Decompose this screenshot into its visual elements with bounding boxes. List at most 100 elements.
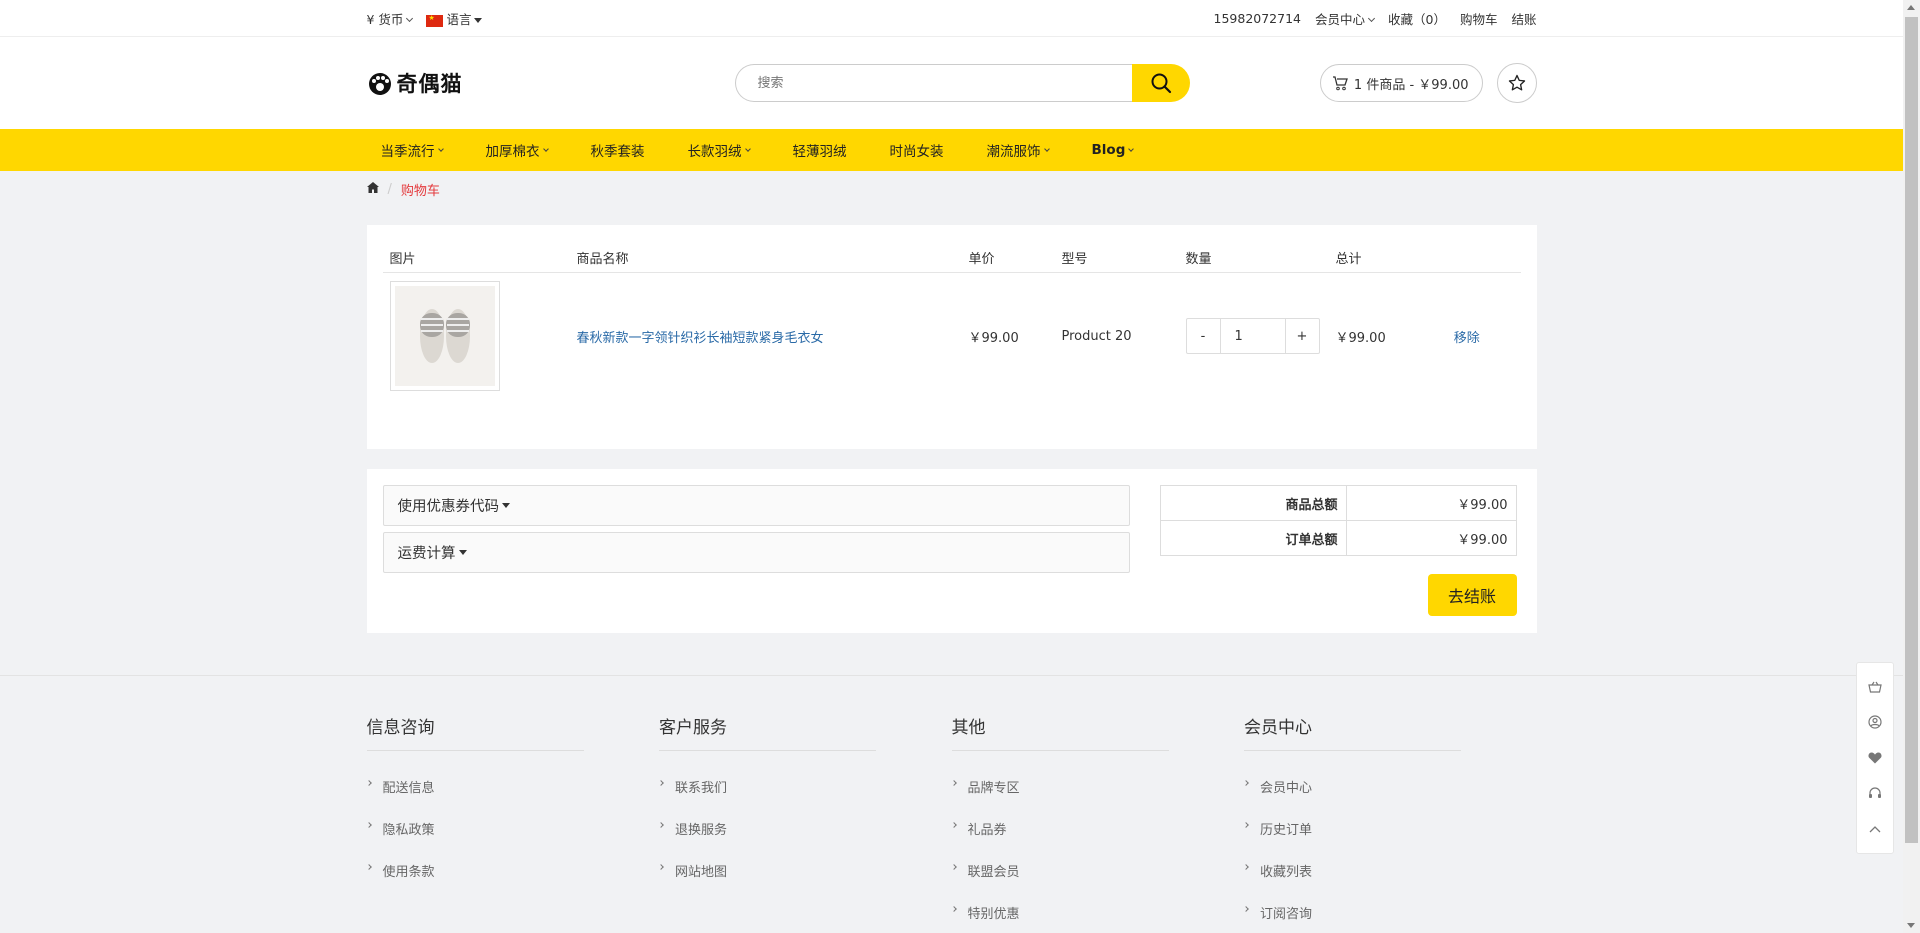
language-selector[interactable]: 语言 [426, 9, 483, 28]
cart-options: 使用优惠券代码 运费计算 [382, 485, 1130, 617]
footer-link[interactable]: 订阅咨询 [1243, 891, 1537, 933]
col-unit-price: 单价 [961, 240, 1055, 273]
footer-link[interactable]: 礼品券 [950, 807, 1245, 849]
nav-item-5[interactable]: 时尚女装 [876, 129, 958, 171]
chevron-right-icon [658, 822, 664, 828]
header: 奇偶猫 1 件商品 - ￥99.00 [0, 37, 1903, 129]
quantity-stepper: - 1 + [1185, 318, 1320, 354]
search-button[interactable] [1131, 64, 1190, 102]
nav-item-2[interactable]: 秋季套装 [577, 129, 659, 171]
footer-link-label: 配送信息 [382, 780, 435, 796]
totals-table: 商品总额 ￥99.00 订单总额 ￥99.00 [1159, 485, 1517, 556]
subtotal-row: 商品总额 ￥99.00 [1159, 485, 1517, 521]
subtotal-value: ￥99.00 [1345, 485, 1517, 521]
footer-link-list: 联系我们退换服务 网站地图 [658, 765, 952, 891]
nav-item-0[interactable]: 当季流行 [367, 129, 457, 171]
chevron-right-icon [1243, 780, 1249, 786]
footer-column-0: 信息咨询配送信息隐私政策使用条款 [365, 676, 660, 933]
footer-link[interactable]: 退换服务 [658, 807, 952, 849]
currency-selector[interactable]: ¥ 货币 [367, 9, 414, 28]
scroll-down-arrow-icon[interactable] [1907, 923, 1915, 928]
home-icon[interactable] [366, 181, 379, 197]
cart-icon [1332, 76, 1348, 91]
paw-logo-icon [367, 71, 393, 95]
nav-item-7[interactable]: Blog [1078, 129, 1148, 171]
footer-link[interactable]: 配送信息 [365, 765, 660, 807]
footer-link-label: 联盟会员 [967, 864, 1020, 880]
qty-increase-button[interactable]: + [1286, 319, 1319, 353]
chevron-right-icon [658, 780, 664, 786]
chevron-right-icon [365, 864, 372, 870]
footer-link-list: 品牌专区 礼品券联盟会员特别优惠 [950, 765, 1245, 933]
product-name-link[interactable]: 春秋新款一字领针织衫长袖短款紧身毛衣女 [577, 331, 824, 346]
cart-table: 图片 商品名称 单价 型号 数量 总计 春秋新款一字领针织衫长袖短款紧身毛衣女 … [382, 240, 1521, 399]
nav-item-4[interactable]: 轻薄羽绒 [779, 129, 861, 171]
footer-link[interactable]: 网站地图 [658, 849, 952, 891]
footer-link[interactable]: 使用条款 [365, 849, 660, 891]
totals: 商品总额 ￥99.00 订单总额 ￥99.00 去结账 [1159, 485, 1517, 617]
footer-column-title: 其他 [951, 713, 1169, 751]
logo[interactable]: 奇偶猫 [367, 68, 667, 98]
footer-column-title: 会员中心 [1244, 713, 1461, 751]
favorites-link[interactable]: 收藏（0） [1388, 9, 1446, 28]
basket-icon[interactable] [1865, 677, 1885, 697]
chevron-right-icon [1243, 864, 1249, 870]
headset-icon[interactable] [1865, 784, 1885, 804]
nav-item-label: 加厚棉衣 [485, 144, 540, 160]
nav-item-label: 长款羽绒 [687, 144, 742, 160]
wishlist-button[interactable] [1496, 63, 1537, 103]
qty-input[interactable]: 1 [1219, 319, 1286, 353]
breadcrumb-current[interactable]: 购物车 [401, 180, 440, 199]
footer-link[interactable]: 特别优惠 [950, 891, 1245, 933]
chevron-down-icon [1367, 14, 1376, 23]
nav-item-3[interactable]: 长款羽绒 [674, 129, 764, 171]
footer-link[interactable]: 隐私政策 [365, 807, 660, 849]
footer-link-label: 使用条款 [382, 864, 435, 880]
footer-link-list: 配送信息隐私政策使用条款 [365, 765, 660, 891]
chevron-right-icon [658, 864, 664, 870]
page-scrollbar[interactable] [1903, 0, 1920, 933]
footer-link[interactable]: 联系我们 [658, 765, 952, 807]
checkout-button[interactable]: 去结账 [1427, 574, 1517, 616]
cart-link[interactable]: 购物车 [1460, 9, 1498, 28]
footer-link[interactable]: 品牌专区 [950, 765, 1245, 807]
scroll-up-arrow-icon[interactable] [1907, 5, 1915, 10]
remove-button[interactable]: 移除 [1454, 331, 1480, 346]
checkout-link[interactable]: 结账 [1511, 9, 1536, 28]
cart-summary: 1 件商品 - ￥99.00 [1353, 77, 1469, 93]
col-image: 图片 [382, 240, 570, 273]
search-input[interactable] [734, 64, 1132, 102]
chevron-right-icon [950, 780, 957, 786]
footer-link[interactable]: 会员中心 [1243, 765, 1537, 807]
user-icon[interactable] [1865, 712, 1885, 732]
total-label: 订单总额 [1159, 520, 1347, 556]
heart-icon[interactable] [1865, 748, 1885, 768]
nav-item-6[interactable]: 潮流服饰 [973, 129, 1063, 171]
nav-item-1[interactable]: 加厚棉衣 [472, 129, 562, 171]
search-bar [734, 64, 1190, 102]
member-center-link[interactable]: 会员中心 [1315, 9, 1376, 28]
product-thumbnail[interactable] [389, 281, 500, 391]
header-cart-button[interactable]: 1 件商品 - ￥99.00 [1319, 64, 1483, 102]
footer-link[interactable]: 历史订单 [1243, 807, 1537, 849]
coupon-accordion[interactable]: 使用优惠券代码 [382, 485, 1130, 526]
breadcrumb: / 购物车 [366, 171, 1537, 207]
footer-column-title: 信息咨询 [366, 713, 584, 751]
footer-link[interactable]: 收藏列表 [1243, 849, 1537, 891]
caret-down-icon [502, 503, 510, 508]
caret-down-icon [474, 18, 483, 23]
scroll-thumb[interactable] [1905, 17, 1918, 843]
col-action [1446, 240, 1521, 273]
chevron-right-icon [1243, 906, 1249, 912]
qty-decrease-button[interactable]: - [1187, 319, 1220, 353]
footer-link[interactable]: 联盟会员 [950, 849, 1245, 891]
total-value: ￥99.00 [1345, 520, 1517, 556]
footer-link-label: 联系我们 [675, 780, 728, 796]
footer-link-label: 隐私政策 [382, 822, 435, 838]
col-model: 型号 [1054, 240, 1179, 273]
chevron-down-icon [1128, 145, 1135, 152]
search-icon [1151, 73, 1171, 94]
slippers-image [394, 286, 495, 386]
shipping-accordion[interactable]: 运费计算 [382, 532, 1130, 573]
chevron-up-icon[interactable] [1865, 819, 1885, 839]
